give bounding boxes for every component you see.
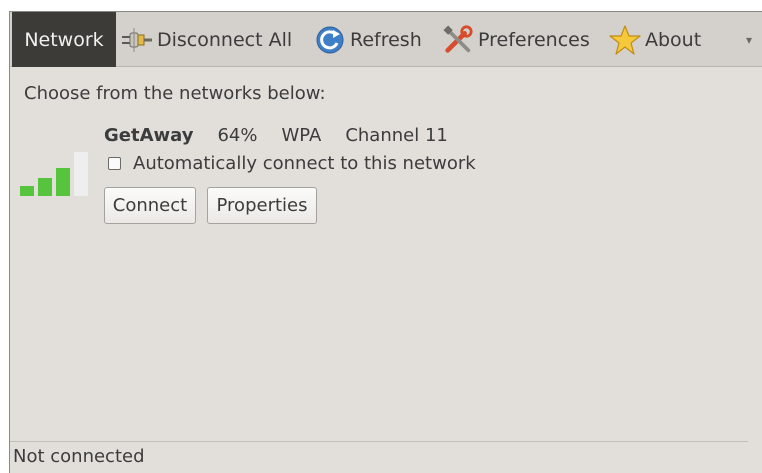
signal-bar [38, 178, 52, 196]
about-label: About [645, 28, 702, 51]
signal-bar [20, 186, 34, 196]
signal-bar [56, 168, 70, 196]
tools-icon [442, 24, 474, 56]
network-strength: 64% [217, 125, 258, 146]
properties-button[interactable]: Properties [207, 187, 317, 224]
disconnect-all-button[interactable]: Disconnect All [121, 12, 292, 67]
disconnect-all-label: Disconnect All [157, 28, 293, 51]
network-channel: Channel 11 [345, 125, 448, 146]
preferences-label: Preferences [478, 28, 590, 51]
signal-bar [74, 152, 88, 196]
preferences-button[interactable]: Preferences [442, 12, 590, 67]
network-button-label: Network [24, 28, 104, 51]
status-bar-divider [10, 441, 748, 442]
networks-prompt: Choose from the networks below: [24, 83, 326, 104]
about-button[interactable]: About [609, 12, 701, 67]
auto-connect-row: Automatically connect to this network [108, 153, 476, 174]
toolbar-overflow-button[interactable]: ▾ [738, 12, 760, 67]
network-button[interactable]: Network [12, 12, 116, 67]
star-icon [609, 24, 641, 56]
plug-icon [121, 24, 153, 56]
status-bar-text: Not connected [13, 446, 145, 467]
network-info-row: GetAway 64% WPA Channel 11 [104, 125, 448, 146]
signal-strength-icon [20, 152, 88, 196]
network-name: GetAway [104, 125, 194, 146]
refresh-label: Refresh [350, 28, 422, 51]
network-security: WPA [281, 125, 322, 146]
connect-button[interactable]: Connect [104, 187, 196, 224]
refresh-icon [314, 24, 346, 56]
toolbar: Network Disconnect All Refresh Preferenc… [10, 12, 762, 67]
wicd-network-manager-window: Network Disconnect All Refresh Preferenc… [9, 11, 762, 473]
auto-connect-label[interactable]: Automatically connect to this network [133, 153, 476, 174]
chevron-down-icon: ▾ [745, 32, 753, 47]
auto-connect-checkbox[interactable] [108, 157, 121, 170]
refresh-button[interactable]: Refresh [314, 12, 422, 67]
